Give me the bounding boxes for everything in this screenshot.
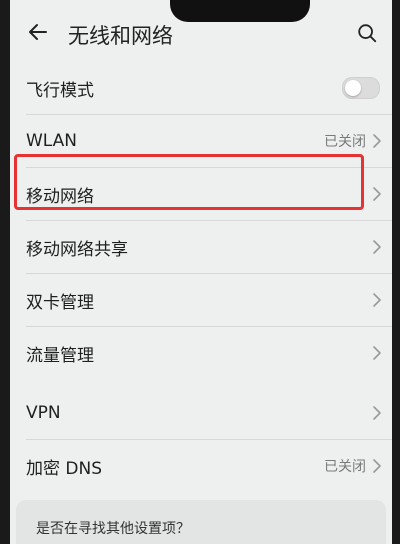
setting-vpn[interactable]: VPN: [10, 387, 392, 439]
suggestion-label: 是否在寻找其他设置项？: [36, 521, 190, 537]
chevron-right-icon: [373, 134, 381, 148]
setting-label: 流量管理: [26, 345, 94, 366]
setting-mobile-network[interactable]: 移动网络: [10, 168, 392, 220]
setting-label: 移动网络共享: [26, 239, 128, 260]
setting-label: 双卡管理: [26, 292, 94, 313]
page-title: 无线和网络: [68, 24, 173, 48]
app-header: 无线和网络: [10, 0, 392, 70]
setting-wlan[interactable]: WLAN 已关闭: [10, 115, 392, 167]
suggestion-card[interactable]: 是否在寻找其他设置项？: [16, 500, 386, 544]
chevron-right-icon: [373, 346, 381, 360]
setting-value: 已关闭: [324, 134, 366, 150]
setting-airplane-mode[interactable]: 飞行模式: [10, 62, 392, 114]
setting-label: VPN: [26, 403, 61, 423]
chevron-right-icon: [373, 293, 381, 307]
setting-label: 加密 DNS: [26, 458, 103, 479]
setting-mobile-hotspot[interactable]: 移动网络共享: [10, 221, 392, 273]
settings-list: 飞行模式 WLAN 已关闭 移动网络 移动网络共享 双卡管理 流量管理 VPN …: [10, 62, 392, 492]
setting-label: WLAN: [26, 131, 78, 151]
setting-data-usage[interactable]: 流量管理: [10, 327, 392, 379]
back-arrow-icon[interactable]: [26, 20, 50, 44]
chevron-right-icon: [373, 187, 381, 201]
setting-label: 移动网络: [26, 186, 94, 207]
phone-screen: 无线和网络 飞行模式 WLAN 已关闭 移动网络 移动网络共享 双卡管理 流量管…: [10, 0, 392, 544]
setting-label: 飞行模式: [26, 80, 94, 101]
setting-dual-sim[interactable]: 双卡管理: [10, 274, 392, 326]
chevron-right-icon: [373, 406, 381, 420]
chevron-right-icon: [373, 240, 381, 254]
setting-encrypted-dns[interactable]: 加密 DNS 已关闭: [10, 440, 392, 492]
chevron-right-icon: [373, 459, 381, 473]
search-icon[interactable]: [356, 22, 378, 44]
airplane-mode-toggle[interactable]: [342, 77, 380, 99]
setting-value: 已关闭: [324, 459, 366, 475]
